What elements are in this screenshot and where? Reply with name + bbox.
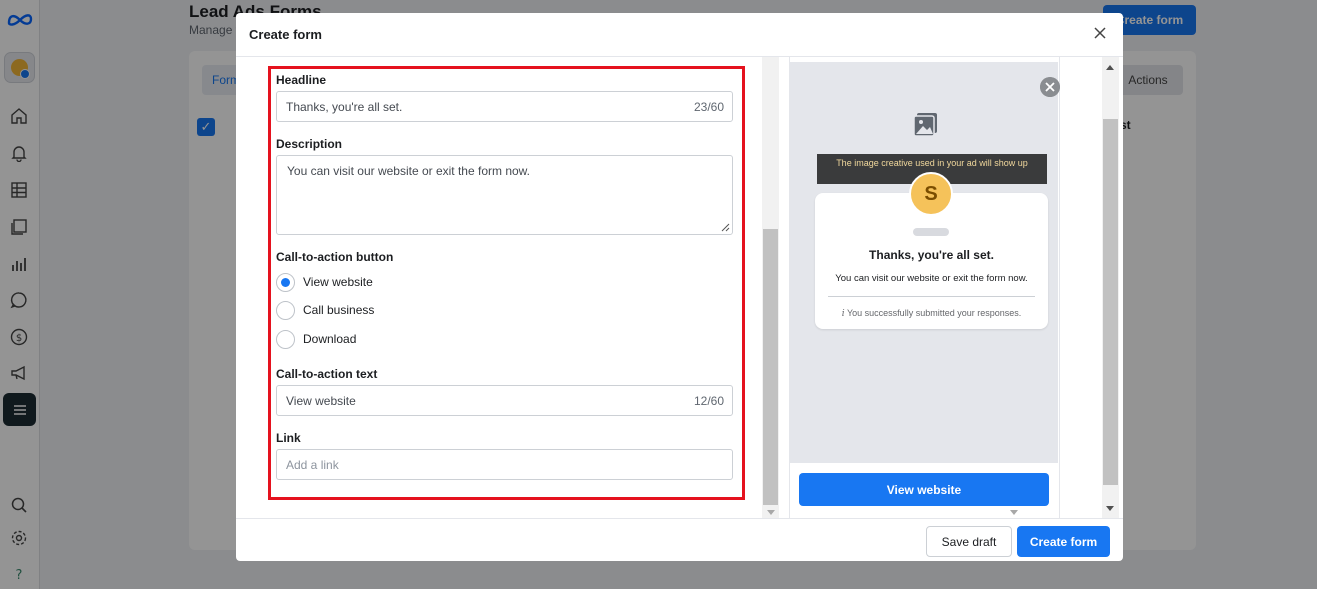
- headline-label: Headline: [276, 73, 327, 87]
- submission-note-text: You successfully submitted your response…: [846, 308, 1022, 318]
- preview-scrollbar-thumb[interactable]: [1103, 119, 1118, 485]
- cta-option-download[interactable]: Download: [276, 329, 356, 349]
- form-scrollbar-thumb[interactable]: [763, 229, 778, 505]
- radio-label: Download: [303, 332, 357, 346]
- form-scrollbar[interactable]: [762, 57, 779, 518]
- scroll-up-arrow-icon[interactable]: [1106, 65, 1114, 70]
- resize-handle-icon[interactable]: [721, 223, 730, 232]
- preview-panel: The image creative used in your ad will …: [780, 57, 1123, 518]
- preview-screen: The image creative used in your ad will …: [789, 62, 1060, 463]
- headline-value: Thanks, you're all set.: [286, 100, 403, 114]
- dialog-header: Create form: [236, 13, 1123, 57]
- cta-text-label: Call-to-action text: [276, 367, 378, 381]
- link-input[interactable]: Add a link: [276, 449, 733, 480]
- preview-scroll-down-icon[interactable]: [1010, 510, 1018, 515]
- description-textarea[interactable]: You can visit our website or exit the fo…: [276, 155, 733, 235]
- cta-text-char-count: 12/60: [693, 394, 724, 408]
- radio-label: View website: [303, 275, 373, 289]
- info-icon: i: [841, 309, 845, 319]
- blurred-page-name: [913, 228, 949, 236]
- dialog-footer: Save draft Create form: [236, 518, 1123, 561]
- image-placeholder-icon: [913, 113, 937, 137]
- scroll-down-arrow-icon[interactable]: [767, 510, 775, 515]
- preview-scrollbar[interactable]: [1102, 57, 1119, 518]
- dialog-title: Create form: [249, 27, 322, 42]
- close-icon[interactable]: [1092, 25, 1108, 41]
- preview-submission-note: i You successfully submitted your respon…: [815, 308, 1048, 319]
- page-avatar: S: [909, 172, 953, 216]
- description-label: Description: [276, 137, 343, 151]
- preview-description: You can visit our website or exit the fo…: [835, 273, 1028, 284]
- cta-text-input[interactable]: View website 12/60: [276, 385, 733, 416]
- radio-download[interactable]: [276, 329, 295, 349]
- headline-char-count: 23/60: [693, 100, 724, 114]
- radio-view-website[interactable]: [276, 272, 295, 292]
- preview-headline: Thanks, you're all set.: [869, 248, 994, 262]
- create-form-button[interactable]: Create form: [1017, 526, 1110, 557]
- preview-view-website-button[interactable]: View website: [799, 473, 1049, 506]
- description-value: You can visit our website or exit the fo…: [287, 164, 531, 178]
- link-label: Link: [276, 431, 301, 445]
- card-divider: [828, 296, 1035, 297]
- headline-input[interactable]: Thanks, you're all set. 23/60: [276, 91, 733, 122]
- cta-button-label: Call-to-action button: [276, 250, 394, 264]
- scroll-down-arrow-icon[interactable]: [1106, 506, 1114, 511]
- cta-option-view-website[interactable]: View website: [276, 272, 373, 292]
- create-form-dialog: Create form Headline Thanks, you're all …: [236, 13, 1123, 561]
- cta-option-call-business[interactable]: Call business: [276, 300, 374, 320]
- radio-call-business[interactable]: [276, 300, 295, 320]
- save-draft-button[interactable]: Save draft: [926, 526, 1012, 557]
- link-placeholder: Add a link: [286, 458, 339, 472]
- preview-close-icon: [1040, 77, 1060, 97]
- cta-text-value: View website: [286, 394, 356, 408]
- form-editor-panel: Headline Thanks, you're all set. 23/60 D…: [236, 57, 780, 518]
- radio-label: Call business: [303, 303, 375, 317]
